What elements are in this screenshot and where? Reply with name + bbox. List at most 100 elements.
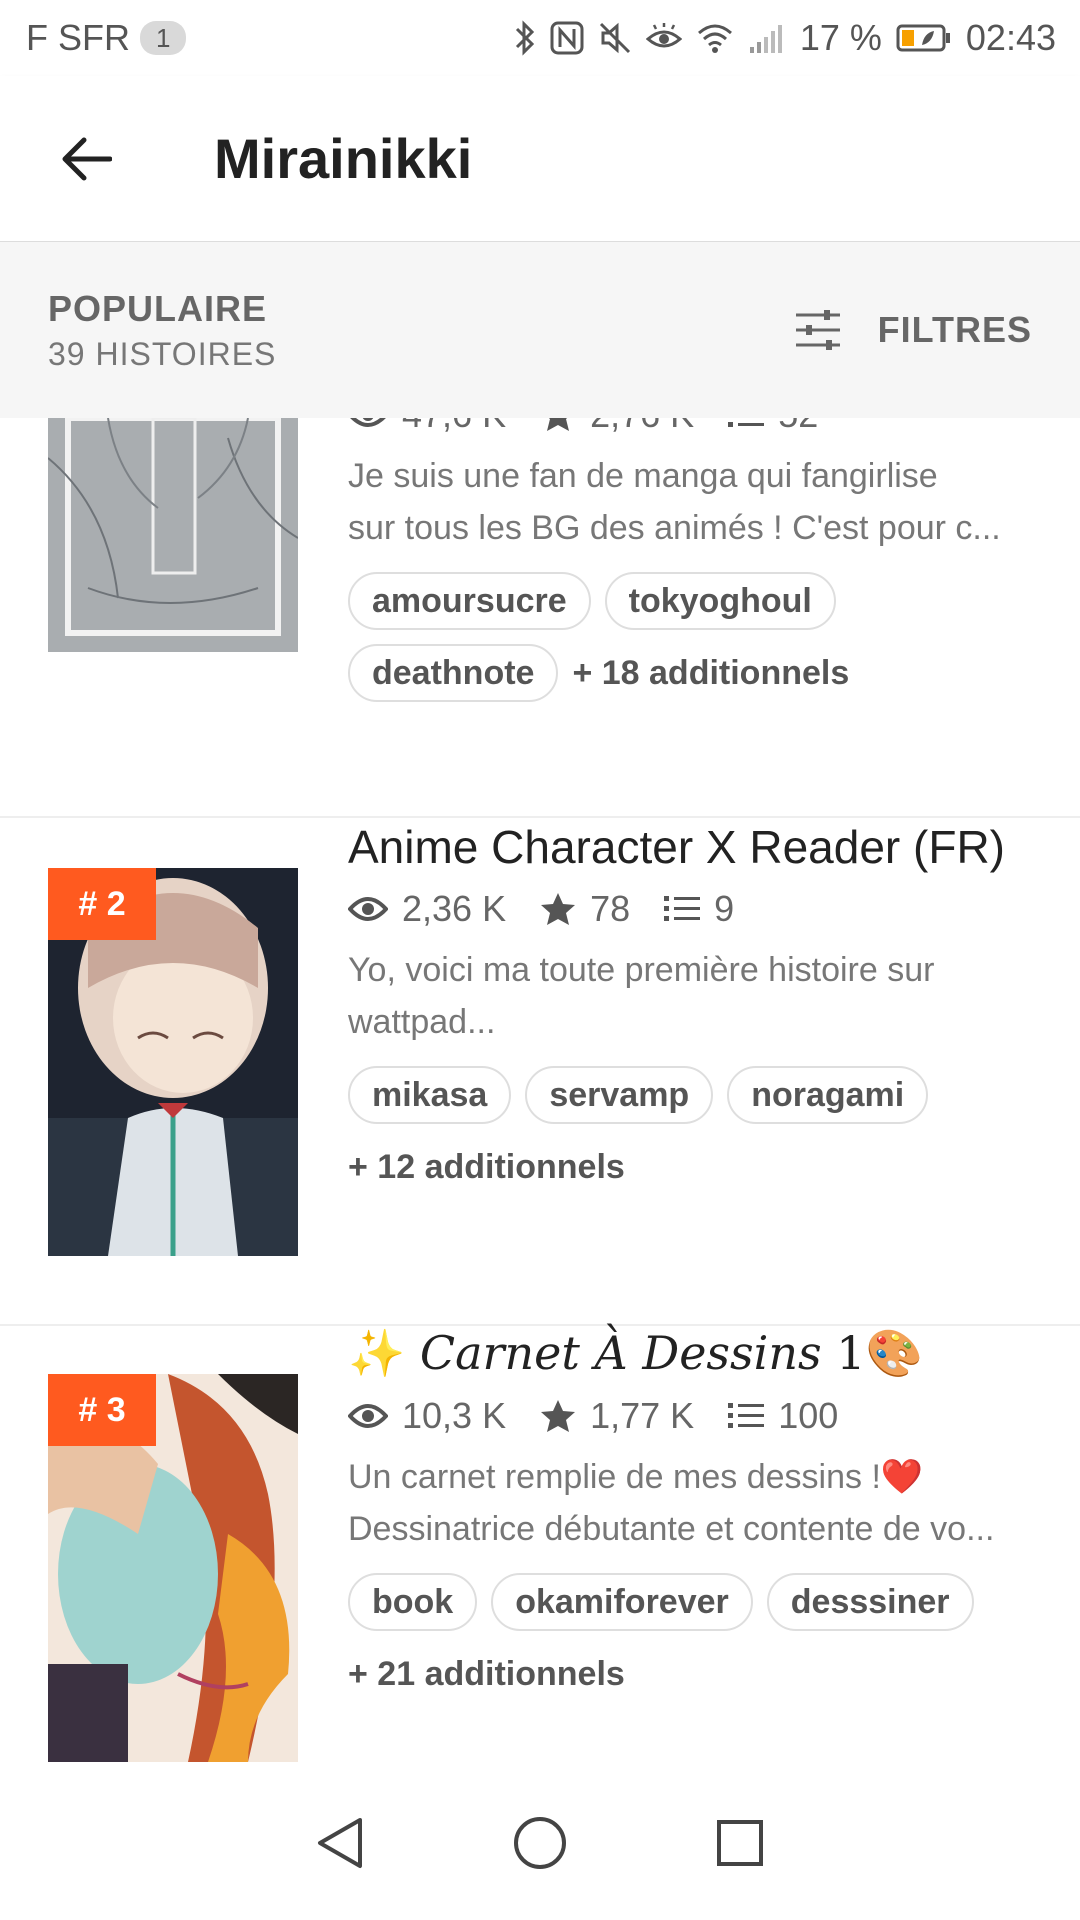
list-icon bbox=[664, 896, 701, 921]
sliders-icon bbox=[795, 310, 840, 350]
more-tags[interactable]: + 18 additionnels bbox=[572, 644, 849, 702]
back-button[interactable] bbox=[40, 113, 132, 205]
parts-count: 9 bbox=[714, 888, 735, 929]
status-right: 17 % 02:43 bbox=[514, 17, 1056, 59]
parts-count: 100 bbox=[778, 1395, 839, 1436]
system-nav-bar bbox=[0, 1766, 1080, 1920]
star-icon bbox=[541, 1400, 576, 1432]
votes-count: 2,76 K bbox=[590, 418, 694, 436]
story-card[interactable]: # 2 Anime Character X Reader (FR) 2,36 K… bbox=[0, 820, 1080, 1326]
nfc-icon bbox=[550, 21, 584, 55]
story-description: Un carnet remplie de mes dessins !❤️ Des… bbox=[348, 1451, 1040, 1555]
story-stats: 2,36 K 78 9 bbox=[348, 888, 1040, 930]
list-icon bbox=[728, 422, 765, 427]
filters-button[interactable]: FILTRES bbox=[794, 309, 1032, 351]
nav-home-button[interactable] bbox=[510, 1813, 570, 1873]
tag-list: amoursucre tokyoghoul deathnote + 18 add… bbox=[348, 572, 868, 702]
story-description: Yo, voici ma toute première histoire sur… bbox=[348, 944, 1040, 1048]
description-line: Dessinatrice débutante et contente de vo… bbox=[348, 1510, 995, 1548]
square-recents-icon bbox=[717, 1820, 763, 1866]
story-list[interactable]: 47,6 K 2,76 K 52 Je suis une fan de mang… bbox=[0, 418, 1080, 1766]
star-icon bbox=[541, 893, 576, 925]
story-card[interactable]: # 3 ✨ 𝐶𝑎𝑟𝑛𝑒𝑡 𝐴̀ 𝐷𝑒𝑠𝑠𝑖𝑛𝑠 1🎨 10,3 K 1,77 K bbox=[0, 1326, 1080, 1766]
nav-back-button[interactable] bbox=[310, 1813, 370, 1873]
list-icon bbox=[728, 1403, 765, 1428]
tag-chip[interactable]: book bbox=[348, 1573, 478, 1631]
views-stat: 10,3 K bbox=[348, 1395, 506, 1437]
more-tags[interactable]: + 12 additionnels bbox=[348, 1138, 625, 1196]
story-stats: 47,6 K 2,76 K 52 bbox=[348, 418, 1040, 436]
description-line: Un carnet remplie de mes dessins !❤️ bbox=[348, 1458, 924, 1496]
views-stat: 47,6 K bbox=[348, 418, 506, 436]
description-line: Je suis une fan de manga qui fangirlise bbox=[348, 457, 938, 495]
story-cover[interactable]: # 2 bbox=[48, 868, 298, 1256]
parts-stat: 52 bbox=[728, 418, 818, 436]
mute-icon bbox=[599, 22, 630, 54]
views-count: 47,6 K bbox=[402, 418, 506, 436]
signal-icon bbox=[749, 25, 782, 53]
page-title: Mirainikki bbox=[214, 127, 473, 190]
tag-list: mikasa servamp noragami + 12 additionnel… bbox=[348, 1066, 1040, 1196]
tag-chip[interactable]: desssiner bbox=[766, 1573, 974, 1631]
votes-stat: 2,76 K bbox=[540, 418, 694, 436]
cover-image bbox=[48, 418, 298, 652]
story-cover[interactable]: # 3 bbox=[48, 1374, 298, 1762]
story-title-text: 𝐶𝑎𝑟𝑛𝑒𝑡 𝐴̀ 𝐷𝑒𝑠𝑠𝑖𝑛𝑠 1🎨 bbox=[419, 1326, 923, 1380]
views-count: 10,3 K bbox=[402, 1395, 507, 1436]
rank-badge: # 2 bbox=[48, 868, 156, 940]
battery-percent: 17 % bbox=[799, 17, 882, 58]
votes-stat: 78 bbox=[540, 888, 630, 930]
description-line: Yo, voici ma toute première histoire sur bbox=[348, 951, 935, 989]
notification-badge: 1 bbox=[140, 21, 187, 55]
status-left: F SFR 1 bbox=[26, 17, 187, 59]
more-tags[interactable]: + 21 additionnels bbox=[348, 1645, 625, 1703]
votes-stat: 1,77 K bbox=[540, 1395, 694, 1437]
story-title[interactable]: ✨ 𝐶𝑎𝑟𝑛𝑒𝑡 𝐴̀ 𝐷𝑒𝑠𝑠𝑖𝑛𝑠 1🎨 bbox=[348, 1326, 1040, 1381]
views-stat: 2,36 K bbox=[348, 888, 506, 930]
carrier-label: F SFR bbox=[26, 17, 130, 58]
tag-chip[interactable]: okamiforever bbox=[491, 1573, 753, 1631]
tag-chip[interactable]: servamp bbox=[525, 1066, 714, 1124]
nav-recents-button[interactable] bbox=[710, 1813, 770, 1873]
eye-icon bbox=[350, 418, 386, 427]
tag-list: book okamiforever desssiner + 21 additio… bbox=[348, 1573, 1040, 1703]
section-header: POPULAIRE 39 HISTOIRES FILTRES bbox=[0, 242, 1080, 418]
triangle-back-icon bbox=[318, 1818, 362, 1868]
parts-stat: 100 bbox=[728, 1395, 838, 1437]
description-line: sur tous les BG des animés ! C'est pour … bbox=[348, 509, 1001, 547]
story-cover[interactable] bbox=[48, 418, 298, 652]
circle-home-icon bbox=[514, 1817, 566, 1869]
story-info: ✨ 𝐶𝑎𝑟𝑛𝑒𝑡 𝐴̀ 𝐷𝑒𝑠𝑠𝑖𝑛𝑠 1🎨 10,3 K 1,77 K 100 bbox=[348, 1326, 1040, 1703]
views-count: 2,36 K bbox=[402, 888, 507, 929]
story-card[interactable]: 47,6 K 2,76 K 52 Je suis une fan de mang… bbox=[0, 418, 1080, 818]
story-description: Je suis une fan de manga qui fangirlise … bbox=[348, 450, 1040, 554]
description-line: wattpad... bbox=[348, 1003, 496, 1041]
story-count: 39 HISTOIRES bbox=[48, 335, 277, 372]
parts-count: 52 bbox=[778, 418, 818, 436]
filters-label: FILTRES bbox=[877, 309, 1032, 350]
story-title[interactable]: Anime Character X Reader (FR) bbox=[348, 820, 1040, 874]
app-bar: Mirainikki bbox=[0, 76, 1080, 242]
parts-stat: 9 bbox=[664, 888, 734, 930]
wifi-icon bbox=[697, 24, 732, 53]
story-info: Anime Character X Reader (FR) 2,36 K 78 … bbox=[348, 820, 1040, 1196]
tag-chip[interactable]: amoursucre bbox=[348, 572, 591, 630]
sparkles-emoji: ✨ bbox=[348, 1326, 406, 1380]
tag-chip[interactable]: deathnote bbox=[348, 644, 559, 702]
star-icon bbox=[547, 418, 570, 431]
story-stats: 10,3 K 1,77 K 100 bbox=[348, 1395, 1040, 1437]
sort-title: POPULAIRE bbox=[48, 287, 268, 329]
votes-count: 78 bbox=[590, 888, 631, 929]
tag-chip[interactable]: mikasa bbox=[348, 1066, 512, 1124]
tag-chip[interactable]: noragami bbox=[727, 1066, 929, 1124]
arrow-left-icon bbox=[62, 137, 112, 180]
rank-badge: # 3 bbox=[48, 1374, 156, 1446]
tag-chip[interactable]: tokyoghoul bbox=[604, 572, 836, 630]
bluetooth-icon bbox=[515, 20, 534, 56]
clock: 02:43 bbox=[965, 17, 1056, 58]
eye-icon bbox=[348, 1404, 388, 1428]
eye-icon bbox=[348, 897, 388, 921]
section-info: POPULAIRE 39 HISTOIRES bbox=[48, 288, 276, 373]
eye-comfort-icon bbox=[645, 23, 682, 48]
status-bar: F SFR 1 17 % 02:43 bbox=[0, 0, 1080, 76]
